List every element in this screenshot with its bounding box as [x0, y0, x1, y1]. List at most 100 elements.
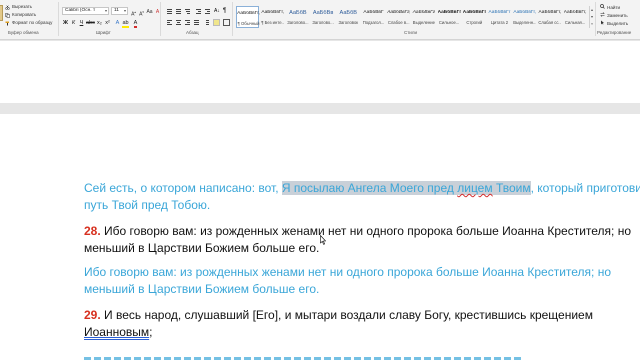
text-line: Иоанновым;	[84, 324, 604, 341]
next-line-partial	[84, 352, 524, 360]
spelling-error-word[interactable]: лицем	[457, 181, 492, 195]
style-tile[interactable]: АаБбВвГг, Сильная...	[564, 6, 587, 28]
style-sample: АаБбВвГг	[412, 10, 436, 15]
align-right-icon[interactable]	[184, 19, 191, 26]
copy-button[interactable]: Копировать	[5, 12, 36, 18]
grammar-flag-word[interactable]: Иоанновым	[84, 325, 149, 339]
previous-page-bottom[interactable]	[0, 41, 640, 103]
paragraph-quote-2[interactable]: Ибо говорю вам: из рожденных женами нет …	[84, 264, 611, 298]
scissors-icon	[5, 4, 10, 10]
text-run: И весь народ, слушавший [Его], и мытари …	[100, 308, 593, 322]
style-name: ¶ Обычный	[237, 21, 260, 26]
decrease-indent-icon[interactable]	[195, 8, 202, 15]
bullets-icon[interactable]	[166, 8, 173, 15]
select-button[interactable]: Выделить	[600, 20, 628, 26]
style-name: Выделенн...	[513, 20, 537, 25]
text-run: ;	[149, 325, 153, 339]
word-window: Вырезать Копировать Формат по образцу Бу…	[0, 0, 640, 360]
change-case-icon[interactable]: Aa	[146, 8, 153, 16]
strikethrough-icon[interactable]: abc	[86, 19, 95, 27]
format-painter-label: Формат по образцу	[12, 20, 53, 25]
group-separator	[160, 2, 161, 36]
text-run: Ибо говорю вам: из рожденных женами нет …	[100, 224, 632, 238]
cut-button[interactable]: Вырезать	[5, 4, 33, 10]
style-name: ¶ Без инте...	[261, 20, 285, 25]
text-line: Ибо говорю вам: из рожденных женами нет …	[84, 265, 611, 279]
paragraph-quote-1[interactable]: Сей есть, о котором написано: вот, Я пос…	[84, 180, 640, 214]
pilcrow-icon[interactable]: ¶	[223, 8, 230, 15]
text-effects-icon[interactable]: A	[114, 19, 121, 27]
style-sample: АаБбВв	[312, 10, 334, 16]
find-label: Найти	[607, 4, 621, 10]
subscript-icon[interactable]: x₂	[96, 19, 103, 27]
highlight-icon[interactable]: ab	[122, 19, 129, 28]
bold-icon[interactable]: Ж	[62, 19, 69, 27]
paragraph-verse-29[interactable]: 29. И весь народ, слушавший [Его], и мыт…	[84, 307, 604, 341]
style-name: Выделение	[412, 20, 435, 25]
style-sample: АаБбВ	[289, 10, 307, 16]
increase-indent-icon[interactable]	[204, 8, 211, 15]
shrink-font-icon[interactable]: A▾	[138, 8, 145, 18]
format-painter-button[interactable]: Формат по образцу	[5, 20, 52, 25]
styles-group-label: Стили	[404, 30, 417, 35]
more-icon[interactable]: ▿	[590, 20, 594, 27]
editing-group-label: Редактирование	[597, 30, 632, 35]
chevron-down-icon: ▾	[104, 8, 107, 13]
style-tile[interactable]: АаБбВ Заголово...	[286, 6, 309, 28]
chevron-down-icon[interactable]: ▾	[590, 13, 594, 20]
cut-label: Вырезать	[12, 4, 33, 9]
replace-icon	[600, 12, 605, 18]
font-name-select[interactable]: Calibri (Осн. т ▾	[62, 7, 109, 15]
style-sample: АаБбВвГг,	[462, 10, 486, 15]
replace-button[interactable]: Заменить	[600, 12, 628, 18]
verse-number: 29.	[84, 308, 101, 322]
italic-icon[interactable]: К	[70, 19, 77, 27]
font-group: Calibri (Осн. т ▾ 11 ▾ A▴ A▾ Aa A Ж К Ч …	[60, 0, 160, 40]
style-tile[interactable]: АаБбВвГг, Слабая сс...	[538, 6, 561, 28]
cursor-icon	[600, 20, 605, 26]
verse-number: 28.	[84, 224, 101, 238]
superscript-icon[interactable]: x²	[104, 19, 111, 27]
align-left-icon[interactable]	[166, 19, 173, 26]
style-tile[interactable]: АаБбВвГг, Выделенн...	[513, 6, 536, 28]
grow-font-icon[interactable]: A▴	[130, 8, 137, 18]
font-color-icon[interactable]: A	[132, 19, 139, 28]
align-center-icon[interactable]	[175, 19, 182, 26]
styles-group: АаБбВвГг, ¶ Обычный АаБбВвГг, ¶ Без инте...…	[234, 0, 596, 40]
replace-label: Заменить	[607, 12, 628, 18]
shading-icon[interactable]	[213, 19, 220, 26]
paragraph-verse-28[interactable]: 28. Ибо говорю вам: из рожденных женами …	[84, 223, 631, 257]
style-sample: АаБбВвГг,	[563, 10, 587, 15]
style-tile[interactable]: АаБбВвГг Цитата 2	[488, 6, 511, 28]
underline-icon[interactable]: Ч	[78, 19, 85, 27]
sort-icon[interactable]: А↓	[214, 8, 221, 15]
style-tile[interactable]: АаБбВвГ Подзагол...	[362, 6, 385, 28]
style-tile[interactable]: АаБбВвГг, Строгий	[463, 6, 486, 28]
find-button[interactable]: Найти	[600, 4, 620, 10]
borders-icon[interactable]	[223, 19, 230, 26]
numbering-icon[interactable]	[175, 8, 182, 15]
mouse-pointer-icon	[320, 235, 326, 245]
line-spacing-icon[interactable]	[203, 19, 210, 26]
editing-group: Найти Заменить Выделить Редактирование	[596, 0, 640, 40]
font-size-select[interactable]: 11 ▾	[111, 7, 128, 15]
style-tile[interactable]: АаБбВвГг, Сильное...	[438, 6, 461, 28]
paste-icon[interactable]	[0, 5, 3, 21]
document-canvas[interactable]: Сей есть, о котором написано: вот, Я пос…	[0, 41, 640, 360]
font-name-value: Calibri (Осн. т	[65, 8, 96, 13]
gallery-scroll[interactable]: ▴ ▾ ▿	[589, 6, 594, 28]
style-tile[interactable]: АаБбВвГг Выделение	[412, 6, 435, 28]
style-tile[interactable]: АаБбВ Заголовок	[337, 6, 360, 28]
text-run: Сей есть, о котором написано: вот,	[84, 181, 282, 195]
style-tile[interactable]: АаБбВвГг, ¶ Без инте...	[261, 6, 284, 28]
selected-text[interactable]: Я посылаю Ангела Моего пред лицем Твоим	[281, 181, 531, 195]
text-line: 29. И весь народ, слушавший [Его], и мыт…	[84, 307, 604, 324]
style-tile[interactable]: АаБбВвГг, Слабое в...	[387, 6, 410, 28]
style-tile[interactable]: АаБбВвГг, ¶ Обычный	[236, 6, 260, 28]
chevron-up-icon[interactable]: ▴	[590, 6, 594, 13]
style-name: Сильная...	[564, 20, 586, 25]
style-tile[interactable]: АаБбВв Заголово...	[312, 6, 335, 28]
justify-icon[interactable]	[193, 19, 200, 26]
style-name: Цитата 2	[490, 20, 509, 25]
multilevel-list-icon[interactable]	[184, 8, 191, 15]
